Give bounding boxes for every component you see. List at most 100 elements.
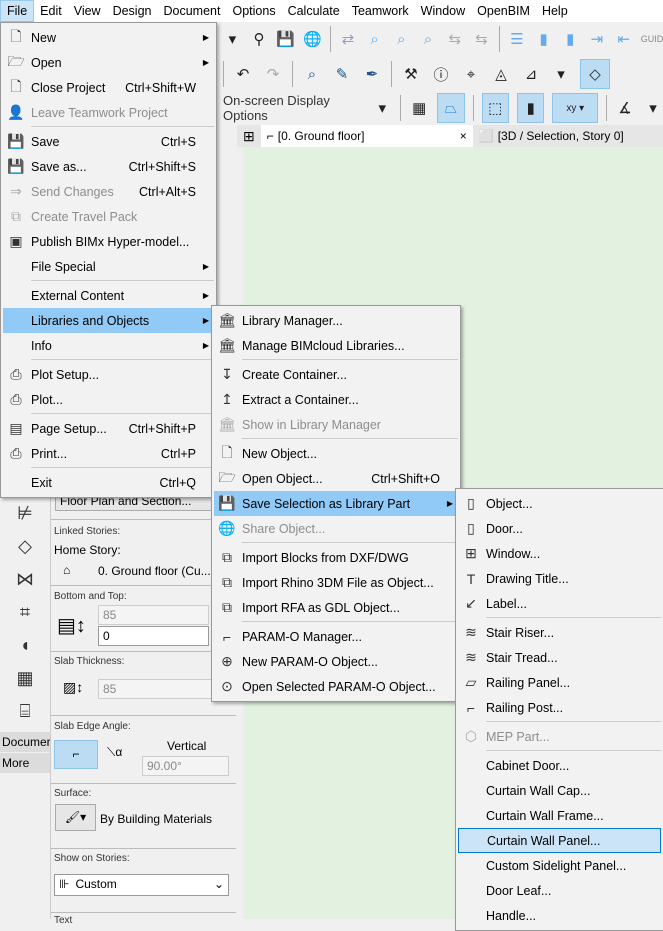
- menu-item-railing-panel[interactable]: ▱ Railing Panel...: [458, 670, 661, 695]
- menu-item-import-rhino-3dm-file-as-object[interactable]: ⧉ Import Rhino 3DM File as Object...: [214, 570, 458, 595]
- shell-tool-icon[interactable]: ⋈: [0, 563, 50, 596]
- hammer-icon[interactable]: ⚒: [400, 63, 422, 85]
- menu-edit[interactable]: Edit: [34, 0, 68, 22]
- menu-item-close-project[interactable]: 🗋 Close Project Ctrl+Shift+W: [3, 75, 214, 100]
- menu-teamwork[interactable]: Teamwork: [346, 0, 415, 22]
- close-tab-button[interactable]: ×: [460, 129, 467, 143]
- menu-item-cabinet-door[interactable]: Cabinet Door...: [458, 753, 661, 778]
- menu-item-label[interactable]: ↙ Label...: [458, 591, 661, 616]
- mesh-tool-icon[interactable]: ⌗: [0, 596, 50, 629]
- mark-icon[interactable]: ▮: [534, 28, 553, 50]
- menu-item-plot[interactable]: ⎙ Plot...: [3, 387, 214, 412]
- menu-item-libraries-and-objects[interactable]: Libraries and Objects ▶: [3, 308, 214, 333]
- menu-item-curtain-wall-cap[interactable]: Curtain Wall Cap...: [458, 778, 661, 803]
- menu-item-window[interactable]: ⊞ Window...: [458, 541, 661, 566]
- menu-item-curtain-wall-frame[interactable]: Curtain Wall Frame...: [458, 803, 661, 828]
- toolbox-document[interactable]: Documer: [0, 732, 51, 752]
- menu-item-stair-tread[interactable]: ≋ Stair Tread...: [458, 645, 661, 670]
- menu-item-library-manager[interactable]: 🏛 Library Manager...: [214, 308, 458, 333]
- menu-item-save-as[interactable]: 💾 Save as... Ctrl+Shift+S: [3, 154, 214, 179]
- railing-tool-icon[interactable]: ⊭: [0, 497, 50, 530]
- menu-item-open-selected-param-o-object[interactable]: ⊙ Open Selected PARAM-O Object...: [214, 674, 458, 699]
- menu-item-page-setup[interactable]: ▤ Page Setup... Ctrl+Shift+P: [3, 416, 214, 441]
- view-grid-icon[interactable]: ⊞: [237, 125, 261, 147]
- select-icon[interactable]: ▮: [516, 93, 545, 123]
- syringe-icon[interactable]: ✒: [361, 63, 383, 85]
- menu-item-plot-setup[interactable]: ⎙ Plot Setup...: [3, 362, 214, 387]
- menu-item-custom-sidelight-panel[interactable]: Custom Sidelight Panel...: [458, 853, 661, 878]
- menu-window[interactable]: Window: [415, 0, 471, 22]
- find-replace-icon[interactable]: ⇄: [339, 28, 358, 50]
- display-options-button[interactable]: On-screen Display Options: [223, 93, 364, 123]
- menu-item-stair-riser[interactable]: ≋ Stair Riser...: [458, 620, 661, 645]
- menu-options[interactable]: Options: [226, 0, 281, 22]
- indent-icon[interactable]: ⇥: [588, 28, 607, 50]
- zoom-selection-icon[interactable]: ⌕: [301, 63, 323, 85]
- menu-view[interactable]: View: [68, 0, 107, 22]
- menu-item-new[interactable]: 🗋 New ▶: [3, 25, 214, 50]
- menu-item-drawing-title[interactable]: T Drawing Title...: [458, 566, 661, 591]
- menu-item-print[interactable]: ⎙ Print... Ctrl+P: [3, 441, 214, 466]
- dropdown-arrow-icon[interactable]: ▾: [643, 97, 663, 119]
- outdent-icon[interactable]: ⇤: [614, 28, 633, 50]
- menu-calculate[interactable]: Calculate: [282, 0, 346, 22]
- menu-item-external-content[interactable]: External Content ▶: [3, 283, 214, 308]
- surface-picker-button[interactable]: 🖌▾: [55, 804, 96, 831]
- dropdown-arrow-icon[interactable]: ▾: [223, 28, 242, 50]
- menu-item-open-object[interactable]: 🗁 Open Object... Ctrl+Shift+O: [214, 466, 458, 491]
- angle-icon[interactable]: ∡: [615, 97, 635, 119]
- dropdown-arrow-icon[interactable]: ▾: [372, 97, 392, 119]
- menu-item-door-leaf[interactable]: Door Leaf...: [458, 878, 661, 903]
- morph-tool-icon[interactable]: ◖: [0, 629, 50, 662]
- menu-item-new-object[interactable]: 🗋 New Object...: [214, 441, 458, 466]
- zone-tool-icon[interactable]: ⌸: [0, 695, 50, 728]
- dropdown-arrow-icon[interactable]: ▾: [550, 63, 572, 85]
- menu-item-import-blocks-from-dxf-dwg[interactable]: ⧉ Import Blocks from DXF/DWG: [214, 545, 458, 570]
- menu-item-door[interactable]: ▯ Door...: [458, 516, 661, 541]
- eyedropper-icon[interactable]: ✎: [331, 63, 353, 85]
- toolbox-more[interactable]: More: [0, 753, 50, 773]
- unmark-icon[interactable]: ▮: [561, 28, 580, 50]
- menu-document[interactable]: Document: [158, 0, 227, 22]
- menu-item-railing-post[interactable]: ⌐ Railing Post...: [458, 695, 661, 720]
- selected-tool-icon[interactable]: ◇: [580, 59, 610, 89]
- menu-item-open[interactable]: 🗁 Open ▶: [3, 50, 214, 75]
- menu-item-exit[interactable]: Exit Ctrl+Q: [3, 470, 214, 495]
- object-settings-icon[interactable]: ⚲: [250, 28, 269, 50]
- guid-icon[interactable]: GUID: [641, 28, 663, 50]
- menu-help[interactable]: Help: [536, 0, 574, 22]
- menu-item-import-rfa-as-gdl-object[interactable]: ⧉ Import RFA as GDL Object...: [214, 595, 458, 620]
- coordinates-icon[interactable]: xy ▾: [552, 93, 599, 123]
- triangle-icon[interactable]: ⊿: [520, 63, 542, 85]
- menu-item-publish-bimx-hyper-model[interactable]: ▣ Publish BIMx Hyper-model...: [3, 229, 214, 254]
- menu-openbim[interactable]: OpenBIM: [471, 0, 536, 22]
- show-on-stories-select[interactable]: ⊪ Custom ⌄: [54, 874, 229, 896]
- find-next-icon[interactable]: ⌕: [392, 28, 411, 50]
- menu-item-file-special[interactable]: File Special ▶: [3, 254, 214, 279]
- menu-item-manage-bimcloud-libraries[interactable]: 🏛 Manage BIMcloud Libraries...: [214, 333, 458, 358]
- save-icon[interactable]: 💾: [276, 28, 295, 50]
- curtain-wall-tool-icon[interactable]: ▦: [0, 662, 50, 695]
- redo-icon[interactable]: ↷: [262, 63, 284, 85]
- menu-design[interactable]: Design: [107, 0, 158, 22]
- bottom-offset-field[interactable]: 0: [98, 626, 209, 646]
- find-all-icon[interactable]: ⌕: [419, 28, 438, 50]
- find-icon[interactable]: ⌕: [365, 28, 384, 50]
- info-icon[interactable]: ⓘ: [430, 63, 452, 85]
- roof-tool-icon[interactable]: ◇: [0, 530, 50, 563]
- menu-file[interactable]: File: [0, 0, 35, 22]
- menu-item-new-param-o-object[interactable]: ⊕ New PARAM-O Object...: [214, 649, 458, 674]
- plane-icon[interactable]: ⏢: [437, 93, 465, 123]
- tab-ground-floor[interactable]: ⌐ [0. Ground floor] ×: [260, 125, 473, 147]
- trace-icon[interactable]: ⬚: [481, 93, 509, 123]
- map-icon[interactable]: ⌖: [460, 63, 482, 85]
- home-story-value[interactable]: 0. Ground floor (Cu...: [98, 564, 211, 578]
- angled-edge-button[interactable]: ⟍α: [107, 745, 122, 760]
- vertical-edge-button[interactable]: ⌐: [54, 740, 98, 769]
- menu-item-handle[interactable]: Handle...: [458, 903, 661, 928]
- menu-item-extract-a-container[interactable]: ↥ Extract a Container...: [214, 387, 458, 412]
- replace-icon[interactable]: ⇆: [445, 28, 464, 50]
- list-icon[interactable]: ☰: [508, 28, 527, 50]
- menu-item-save-selection-as-library-part[interactable]: 💾 Save Selection as Library Part ▶: [214, 491, 458, 516]
- tab-3d-selection[interactable]: ⬜ [3D / Selection, Story 0]: [473, 125, 630, 147]
